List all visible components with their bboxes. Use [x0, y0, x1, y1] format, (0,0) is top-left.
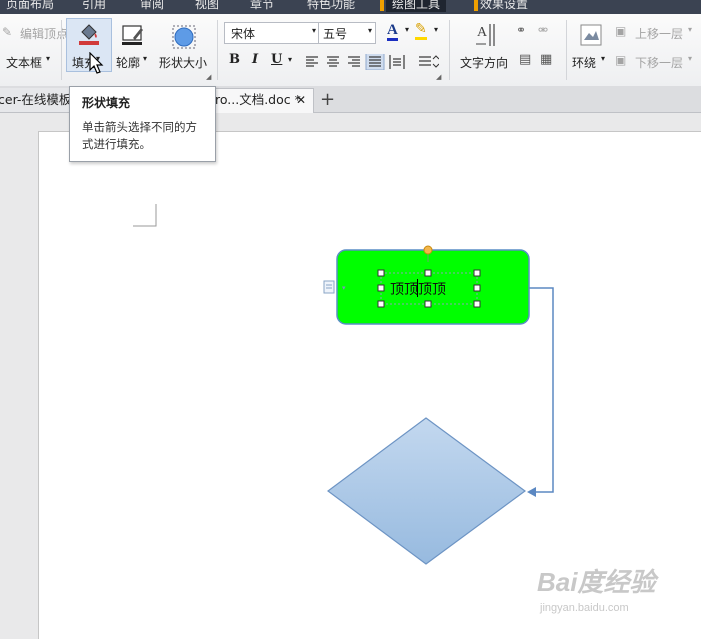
connector-arrowhead: [527, 487, 536, 497]
tooltip-body: 单击箭头选择不同的方式进行填充。: [82, 120, 197, 151]
shape-text[interactable]: 顶顶顶顶: [390, 279, 446, 299]
margin-corner-mark: [133, 204, 157, 227]
connector-line[interactable]: [529, 287, 554, 493]
rotation-handle[interactable]: [423, 245, 433, 255]
text-cursor: [417, 279, 418, 297]
anchor-dropdown-icon[interactable]: ▾: [342, 284, 346, 292]
anchor-icon[interactable]: [323, 280, 335, 294]
baidu-watermark-url: jingyan.baidu.com: [540, 602, 629, 614]
baidu-watermark-logo: Bai度经验: [537, 567, 656, 597]
fill-tooltip: 形状填充 单击箭头选择不同的方式进行填充。: [69, 86, 216, 162]
tooltip-title: 形状填充: [82, 96, 131, 110]
diamond-shape[interactable]: [326, 417, 527, 565]
